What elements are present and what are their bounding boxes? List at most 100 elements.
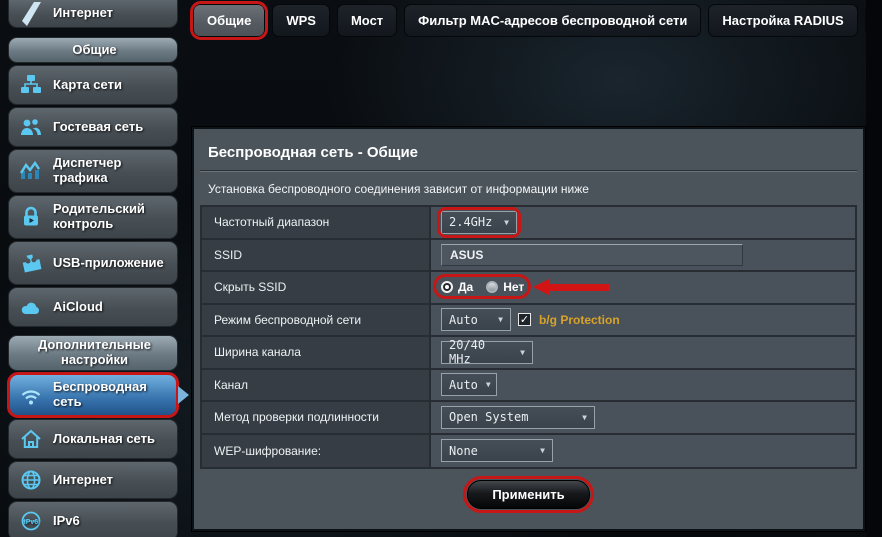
field-value-cell: None [431,435,855,468]
quick-setup-pencil-icon [16,2,46,26]
form-row-hide-ssid: Скрыть SSID Да Нет [202,272,855,305]
select-value: 20/40 MHz [449,338,512,366]
sidebar-item-aicloud[interactable]: AiCloud [8,287,178,327]
tab-label: Мост [351,13,383,28]
chevron-down-icon [486,380,491,389]
sidebar-item-label: Локальная сеть [53,432,155,447]
sidebar-section-header-advanced: Дополнительные настройки [8,335,178,371]
sidebar-item-usb-application[interactable]: USB-приложение [8,241,178,285]
field-value-cell: Open System [431,402,855,433]
apply-button[interactable]: Применить [467,480,589,509]
sidebar-section-header-general: Общие [8,37,178,63]
network-map-icon [16,73,46,97]
sidebar-item-lan[interactable]: Локальная сеть [8,419,178,459]
hide-ssid-radio-group: Да Нет [441,278,532,296]
arrow-head [533,279,549,295]
tab-wps[interactable]: WPS [272,4,330,37]
page-title: Беспроводная сеть - Общие [208,144,849,161]
usb-puzzle-icon [16,251,46,275]
apply-button-label: Применить [492,487,564,502]
selected-item-pointer [178,386,189,404]
sidebar-item-guest-network[interactable]: Гостевая сеть [8,107,178,147]
bg-protection-label: b/g Protection [539,313,620,327]
channel-bandwidth-select[interactable]: 20/40 MHz [441,341,533,364]
tab-radius[interactable]: Настройка RADIUS [708,4,857,37]
sidebar-item-wireless[interactable]: Беспроводная сеть [8,373,178,417]
chevron-down-icon [520,348,525,357]
title-divider [200,170,857,171]
field-value-cell: 20/40 MHz [431,337,855,368]
cloud-icon [16,295,46,319]
sidebar-item-label: Диспетчер трафика [53,156,173,186]
channel-select[interactable]: Auto [441,373,497,396]
tab-label: Настройка RADIUS [722,13,843,28]
select-value: Open System [449,410,528,424]
form-row-wireless-mode: Режим беспроводной сети Auto b/g Protect… [202,305,855,338]
sidebar-item-traffic-manager[interactable]: Диспетчер трафика [8,149,178,193]
tab-bridge[interactable]: Мост [337,4,397,37]
router-admin-ui: Интернет Общие Карта сети [0,0,882,537]
apply-row: Применить [194,480,863,509]
form-row-ssid: SSID [202,240,855,273]
bg-protection-checkbox[interactable] [518,313,531,326]
form-row-channel-bandwidth: Ширина канала 20/40 MHz [202,337,855,370]
radio-label-no: Нет [503,280,524,294]
arrow-tail [549,284,609,291]
sidebar-item-quick-internet-setup[interactable]: Интернет [8,0,178,28]
tab-mac-filter[interactable]: Фильтр MAC-адресов беспроводной сети [404,4,701,37]
field-label: WEP-шифрование: [202,435,431,468]
select-value: None [449,444,478,458]
settings-table: Частотный диапазон 2.4GHz SSID Скрыть SS… [200,205,857,469]
hide-ssid-radio-no[interactable] [486,281,498,293]
sidebar-item-network-map[interactable]: Карта сети [8,65,178,105]
radio-label-yes: Да [458,280,473,294]
section-header-label: Общие [72,43,116,58]
sidebar-item-label: IPv6 [53,514,80,529]
sidebar-item-parental-control[interactable]: Родительский контроль [8,195,178,239]
form-row-auth-method: Метод проверки подлинности Open System [202,402,855,435]
sidebar-item-label: Интернет [53,473,113,488]
form-row-channel: Канал Auto [202,370,855,403]
sidebar-item-label: Родительский контроль [53,202,173,232]
tab-bar: Общие WPS Мост Фильтр MAC-адресов беспро… [193,4,882,37]
wireless-mode-select[interactable]: Auto [441,308,511,331]
sidebar-item-ipv6[interactable]: IPv6 IPv6 [8,501,178,537]
chevron-down-icon [504,218,509,227]
ssid-input[interactable] [441,244,743,266]
select-value: 2.4GHz [449,215,492,229]
background-right-strip [866,0,882,537]
traffic-chart-icon [16,159,46,183]
form-row-frequency-band: Частотный диапазон 2.4GHz [202,207,855,240]
field-label: Ширина канала [202,337,431,368]
home-icon [16,427,46,451]
globe-icon [16,468,46,492]
sidebar-item-label: Карта сети [53,78,122,93]
hide-ssid-radio-yes[interactable] [441,281,453,293]
sidebar-item-wan[interactable]: Интернет [8,461,178,499]
annotation-arrow-left [533,279,609,295]
chevron-down-icon [582,413,587,422]
wifi-icon [16,383,46,407]
wireless-general-panel: Беспроводная сеть - Общие Установка бесп… [192,127,865,531]
field-value-cell: Да Нет [431,272,855,303]
field-label: Канал [202,370,431,401]
field-value-cell: Auto b/g Protection [431,305,855,336]
tab-general[interactable]: Общие [193,4,265,37]
svg-text:IPv6: IPv6 [24,519,39,526]
sidebar: Интернет Общие Карта сети [8,0,178,537]
page-subtitle: Установка беспроводного соединения завис… [208,182,849,196]
form-row-wep-encryption: WEP-шифрование: None [202,435,855,468]
field-value-cell: Auto [431,370,855,401]
parental-lock-icon [16,205,46,229]
select-value: Auto [449,378,478,392]
sidebar-item-label: Беспроводная сеть [53,380,173,410]
wep-encryption-select[interactable]: None [441,439,553,462]
sidebar-item-label: Интернет [53,6,113,21]
field-value-cell: 2.4GHz [431,207,855,238]
field-value-cell [431,240,855,271]
sidebar-item-label: USB-приложение [53,256,164,271]
sidebar-item-label: AiCloud [53,300,103,315]
guest-network-icon [16,115,46,139]
auth-method-select[interactable]: Open System [441,406,595,429]
frequency-band-select[interactable]: 2.4GHz [441,211,517,234]
